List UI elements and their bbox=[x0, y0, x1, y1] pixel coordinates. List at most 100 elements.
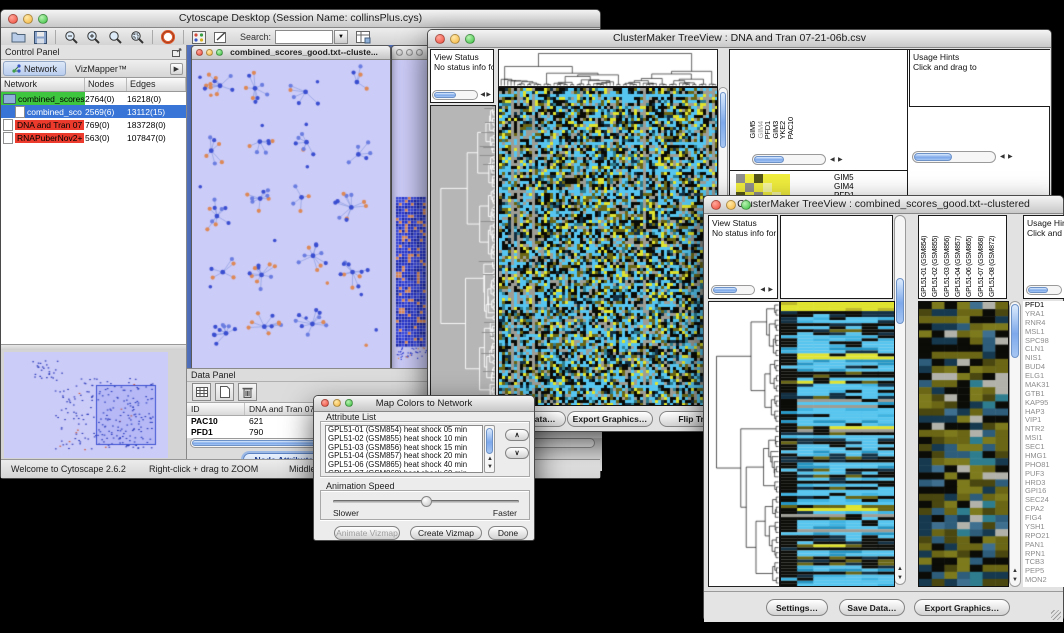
dialog-titlebar[interactable]: Map Colors to Network bbox=[314, 396, 534, 412]
matrix-cell[interactable] bbox=[772, 183, 781, 192]
column-label[interactable]: GPL51-08 (GSM872) bbox=[989, 236, 996, 297]
scroll-up-icon[interactable]: ▲ bbox=[897, 566, 903, 572]
scroll-down-icon[interactable]: ▼ bbox=[897, 575, 903, 581]
tab-network[interactable]: Network bbox=[3, 61, 66, 76]
attribute-list[interactable]: GPL51-01 (GSM854) heat shock 05 minGPL51… bbox=[325, 425, 483, 473]
scrollbar-thumb[interactable] bbox=[713, 287, 737, 293]
zoom-button[interactable] bbox=[416, 49, 423, 56]
attribute-list-scrollbar[interactable]: ▲ ▼ bbox=[484, 425, 495, 473]
save-session-button[interactable] bbox=[29, 29, 51, 45]
view-status-hscrollbar[interactable] bbox=[711, 285, 755, 295]
help-button[interactable] bbox=[157, 29, 179, 45]
treeview1-zoom-hscrollbar[interactable] bbox=[752, 154, 826, 165]
matrix-cell[interactable] bbox=[754, 174, 763, 183]
col-network[interactable]: Network bbox=[1, 78, 85, 91]
network-name-cell[interactable]: RNAPuberNov2+ bbox=[1, 131, 85, 144]
attribute-list-item[interactable]: GPL51-07 (GSM868) heat shock 60 min bbox=[326, 470, 482, 473]
column-label[interactable]: GPL51-06 (GSM865) bbox=[966, 236, 973, 297]
treeview1-row-dendrogram[interactable] bbox=[430, 105, 496, 408]
scroll-right-icon[interactable]: ▶ bbox=[768, 287, 773, 293]
search-dropdown-button[interactable]: ▼ bbox=[334, 30, 348, 44]
minimize-button[interactable] bbox=[333, 399, 341, 407]
scroll-up-icon[interactable]: ▲ bbox=[1012, 568, 1018, 574]
matrix-cell[interactable] bbox=[763, 183, 772, 192]
matrix-cell[interactable] bbox=[754, 183, 763, 192]
float-panel-icon[interactable] bbox=[172, 48, 182, 57]
matrix-cell[interactable] bbox=[745, 174, 754, 183]
birdseye-canvas[interactable] bbox=[4, 352, 168, 458]
gene-label[interactable]: GIM4 bbox=[834, 182, 894, 191]
main-titlebar[interactable]: Cytoscape Desktop (Session Name: collins… bbox=[1, 10, 600, 28]
close-button[interactable] bbox=[711, 200, 721, 210]
scrollbar-thumb[interactable] bbox=[754, 156, 784, 163]
column-label[interactable]: PAC10 bbox=[786, 117, 795, 139]
minimize-button[interactable] bbox=[23, 14, 33, 24]
usage-hints-hscrollbar[interactable] bbox=[1026, 285, 1062, 295]
close-button[interactable] bbox=[396, 49, 403, 56]
network1-canvas[interactable] bbox=[192, 59, 388, 368]
matrix-cell[interactable] bbox=[763, 174, 772, 183]
treeview2-detail-vscrollbar[interactable]: ▲ ▼ bbox=[1009, 301, 1021, 587]
network-table-row[interactable]: combined_sco2569(6)13112(15) bbox=[1, 105, 186, 118]
resize-grip[interactable] bbox=[1051, 610, 1061, 620]
move-down-button[interactable]: ∨ bbox=[505, 447, 529, 459]
scroll-left-icon[interactable]: ◀ bbox=[480, 92, 485, 98]
scrollbar-thumb[interactable] bbox=[720, 92, 726, 148]
matrix-cell[interactable] bbox=[736, 183, 745, 192]
minimize-button[interactable] bbox=[450, 34, 460, 44]
scroll-right-icon[interactable]: ▶ bbox=[838, 157, 843, 163]
usage-hints-hscrollbar[interactable] bbox=[912, 151, 996, 163]
network-table-row[interactable]: DNA and Tran 07769(0)183728(0) bbox=[1, 118, 186, 131]
scroll-left-icon[interactable]: ◀ bbox=[830, 157, 835, 163]
matrix-cell[interactable] bbox=[736, 174, 745, 183]
network-name-cell[interactable]: DNA and Tran 07 bbox=[1, 118, 85, 131]
col-nodes[interactable]: Nodes bbox=[85, 78, 127, 91]
matrix-cell[interactable] bbox=[772, 174, 781, 183]
view-status-hscrollbar[interactable] bbox=[432, 90, 478, 100]
network-name-cell[interactable]: combined_sco bbox=[1, 105, 85, 118]
zoom-button[interactable] bbox=[465, 34, 475, 44]
matrix-cell[interactable] bbox=[781, 174, 790, 183]
close-button[interactable] bbox=[321, 399, 329, 407]
treeview2-detail-heatmap[interactable] bbox=[918, 301, 1009, 587]
delete-attribute-button[interactable] bbox=[238, 383, 257, 401]
col-edges[interactable]: Edges bbox=[127, 78, 186, 91]
gene-label[interactable]: GIM5 bbox=[834, 173, 894, 182]
scrollbar-thumb[interactable] bbox=[434, 92, 456, 98]
matrix-cell[interactable] bbox=[745, 183, 754, 192]
scroll-right-icon[interactable]: ▶ bbox=[486, 92, 491, 98]
scroll-up-icon[interactable]: ▲ bbox=[487, 456, 493, 462]
scroll-right-icon[interactable]: ▶ bbox=[1008, 154, 1013, 160]
zoom-button[interactable] bbox=[345, 399, 353, 407]
create-vizmap-button[interactable]: Create Vizmap bbox=[410, 526, 482, 540]
col-id[interactable]: ID bbox=[187, 403, 245, 415]
treeview2-heatmap[interactable] bbox=[780, 301, 895, 587]
column-label[interactable]: GPL51-03 (GSM856) bbox=[944, 236, 951, 297]
minimize-button[interactable] bbox=[726, 200, 736, 210]
zoom-button[interactable] bbox=[741, 200, 751, 210]
vizmapper-button[interactable] bbox=[188, 29, 210, 45]
more-tabs-button[interactable]: ▶ bbox=[170, 63, 183, 75]
search-input[interactable] bbox=[275, 30, 333, 44]
scrollbar-thumb[interactable] bbox=[914, 153, 952, 161]
scrollbar-thumb[interactable] bbox=[486, 428, 493, 454]
network-table-row[interactable]: RNAPuberNov2+563(0)107847(0) bbox=[1, 131, 186, 144]
treeview2-titlebar[interactable]: ClusterMaker TreeView : combined_scores_… bbox=[704, 196, 1063, 214]
matrix-cell[interactable] bbox=[781, 183, 790, 192]
network1-titlebar[interactable]: combined_scores_good.txt--cluste... bbox=[192, 46, 390, 60]
network-name-cell[interactable]: combined_scores bbox=[1, 92, 85, 105]
scroll-left-icon[interactable]: ◀ bbox=[1000, 154, 1005, 160]
column-label[interactable]: GPL51-04 (GSM857) bbox=[955, 236, 962, 297]
treeview2-main-vscrollbar[interactable]: ▲ ▼ bbox=[894, 215, 906, 585]
annotation-button[interactable] bbox=[210, 29, 232, 45]
treeview1-titlebar[interactable]: ClusterMaker TreeView : DNA and Tran 07-… bbox=[428, 30, 1051, 48]
speed-slider-thumb[interactable] bbox=[421, 496, 432, 507]
treeview2-button[interactable]: Save Data… bbox=[839, 599, 905, 616]
done-button[interactable]: Done bbox=[488, 526, 528, 540]
move-up-button[interactable]: ∧ bbox=[505, 429, 529, 441]
network-table-row[interactable]: combined_scores2764(0)16218(0) bbox=[1, 92, 186, 105]
open-session-button[interactable] bbox=[7, 29, 29, 45]
close-button[interactable] bbox=[435, 34, 445, 44]
scroll-left-icon[interactable]: ◀ bbox=[760, 287, 765, 293]
zoom-selected-button[interactable] bbox=[126, 29, 148, 45]
